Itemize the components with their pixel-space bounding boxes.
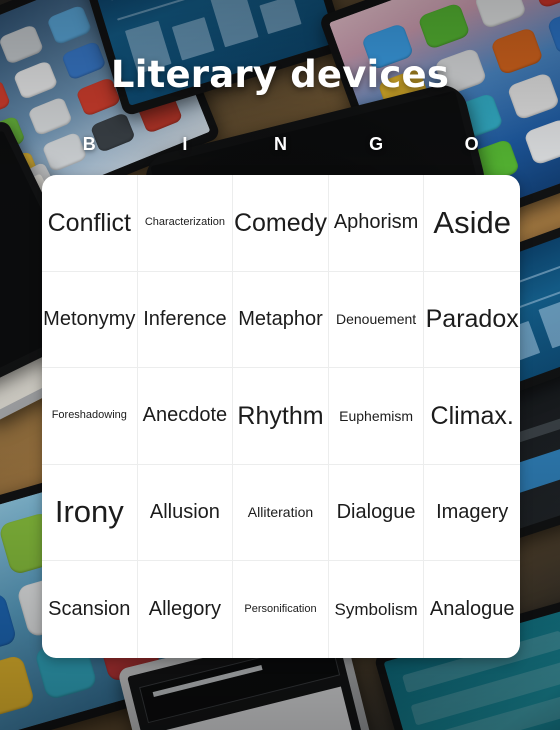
bingo-cell[interactable]: Aside — [424, 175, 520, 272]
bingo-cell[interactable]: Metonymy — [42, 271, 138, 369]
bingo-cell[interactable]: Allusion — [137, 464, 234, 562]
bingo-cell-label: Climax. — [430, 401, 514, 430]
bingo-cell-label: Imagery — [436, 501, 509, 524]
bingo-cell[interactable]: Alliteration — [233, 464, 329, 562]
bingo-cell-label: Allegory — [148, 598, 222, 621]
bingo-cell[interactable]: Inference — [137, 271, 234, 369]
bingo-cell-label: Aphorism — [333, 211, 419, 234]
bingo-cell-label: Metonymy — [43, 307, 136, 330]
bingo-cell-label: Aside — [433, 204, 511, 240]
bingo-cell[interactable]: Rhythm — [233, 368, 329, 465]
bingo-cell[interactable]: Anecdote — [137, 368, 234, 465]
bingo-cell-label: Metaphor — [238, 307, 323, 330]
bingo-cell[interactable]: Symbolism — [329, 561, 425, 658]
bingo-cell[interactable]: Conflict — [42, 175, 138, 272]
bingo-cell[interactable]: Foreshadowing — [42, 368, 138, 465]
bingo-letter-i: I — [182, 134, 189, 154]
bingo-letter-n: N — [273, 134, 288, 154]
bingo-cell-label: Inference — [143, 307, 227, 330]
bingo-cell[interactable]: Scansion — [42, 561, 138, 658]
bingo-cell[interactable]: Comedy — [233, 175, 329, 272]
bingo-cell[interactable]: Characterization — [137, 175, 234, 272]
bingo-cell[interactable]: Personification — [233, 561, 329, 658]
bingo-card: Conflict Characterization Comedy Aphorism As… — [42, 175, 520, 658]
bingo-cell-label: Irony — [54, 494, 124, 530]
bingo-cell-label: Anecdote — [142, 404, 228, 427]
bingo-cell-label: Symbolism — [334, 599, 418, 619]
bingo-card-page: Literary devices B I N G O Conflict Chara… — [0, 0, 560, 730]
bingo-cell-label: Analogue — [429, 598, 515, 621]
bingo-grid: Conflict Characterization Comedy Aphorism As… — [42, 175, 520, 658]
bingo-cell-label: Rhythm — [237, 401, 324, 430]
bingo-cell[interactable]: Euphemism — [328, 368, 425, 465]
bingo-cell-label: Denouement — [336, 311, 417, 328]
bingo-cell[interactable]: Analogue — [424, 561, 520, 658]
bingo-cell-label: Personification — [244, 602, 317, 615]
bingo-cell[interactable]: Aphorism — [328, 175, 425, 272]
bingo-cell-label: Scansion — [48, 598, 131, 621]
bingo-cell-label: Conflict — [47, 208, 131, 237]
bingo-cell-label: Alliteration — [247, 504, 314, 521]
bingo-cell[interactable]: Paradox — [424, 272, 520, 369]
bingo-cell[interactable]: Dialogue — [328, 464, 425, 562]
bingo-cell[interactable]: Denouement — [328, 271, 425, 369]
bingo-letter-g: G — [369, 134, 385, 154]
bingo-cell-label: Foreshadowing — [51, 409, 127, 422]
bingo-letter-b: B — [82, 134, 97, 154]
bingo-cell-label: Paradox — [425, 305, 519, 334]
bingo-cell-label: Euphemism — [339, 407, 414, 424]
bingo-cell-label: Dialogue — [336, 501, 416, 524]
bingo-cell[interactable]: Allegory — [138, 561, 234, 658]
bingo-cell[interactable]: Climax. — [424, 368, 520, 465]
bingo-column-headers: B I N G O — [42, 134, 520, 154]
bingo-cell[interactable]: Imagery — [424, 465, 520, 562]
bingo-cell-label: Comedy — [233, 208, 328, 237]
bingo-cell[interactable]: Metaphor — [233, 271, 329, 369]
bingo-cell-label: Characterization — [144, 216, 225, 229]
page-title: Literary devices — [110, 53, 450, 96]
bingo-cell-label: Allusion — [149, 501, 220, 524]
bingo-cell[interactable]: Irony — [42, 464, 138, 562]
bingo-letter-o: O — [464, 134, 480, 154]
